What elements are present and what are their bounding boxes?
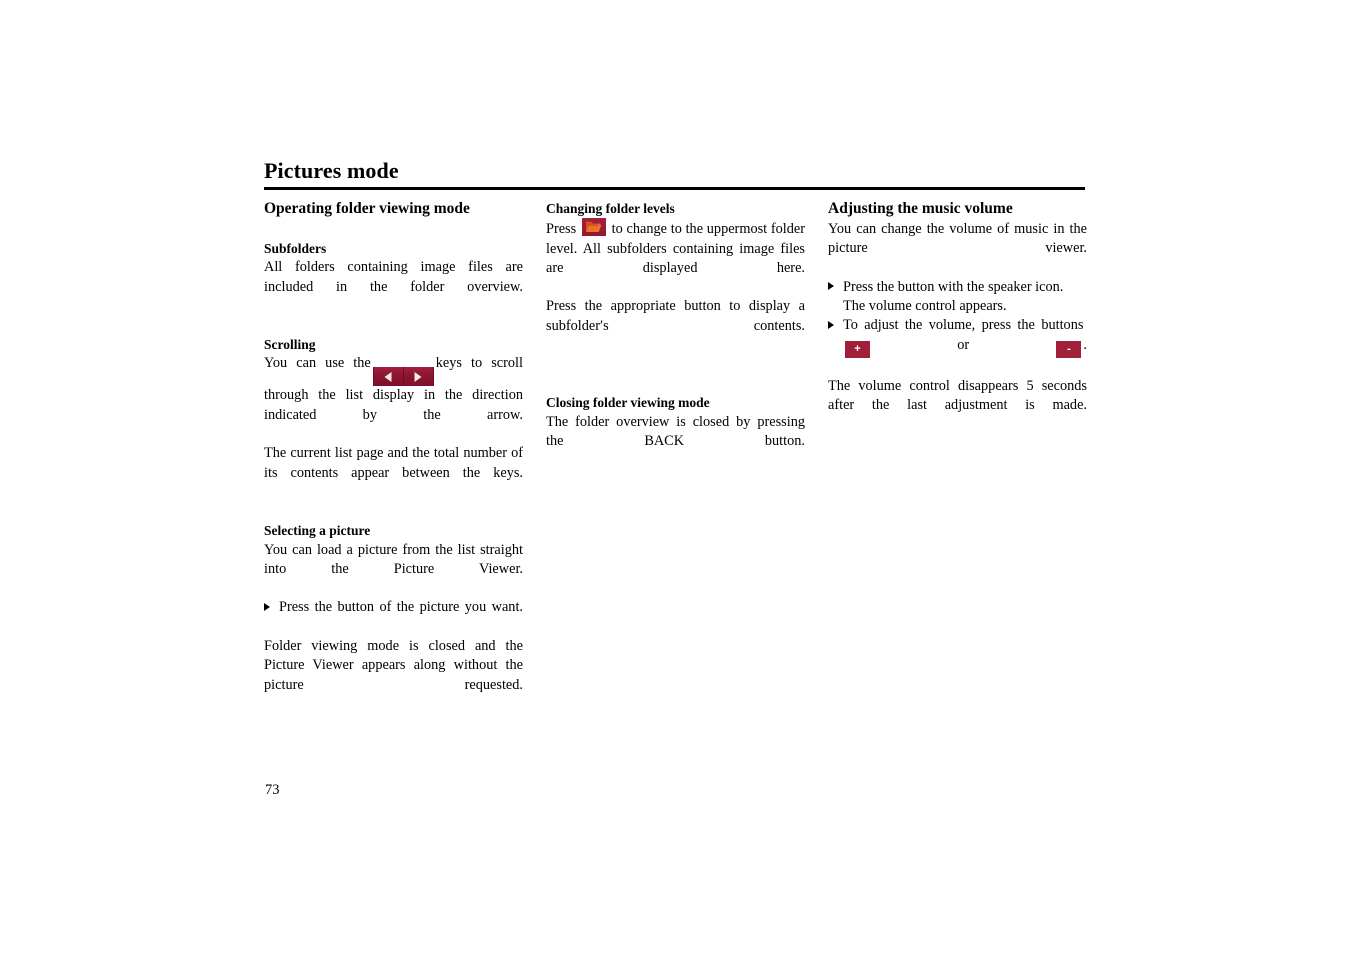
- paragraph-changing-folder-levels: Press to change to the uppermost folder …: [546, 218, 805, 297]
- volume-plus-key-icon[interactable]: +: [845, 340, 870, 358]
- paragraph-scrolling-2: The current list page and the total numb…: [264, 445, 523, 481]
- title-divider: [264, 187, 1085, 190]
- bullet-text-or: or: [957, 336, 970, 353]
- paragraph-selecting-picture-2: Folder viewing mode is closed and the Pi…: [264, 638, 523, 693]
- subheading-selecting-a-picture: Selecting a picture: [264, 523, 371, 539]
- paragraph-closing-folder-viewing-mode: The folder overview is closed by pressin…: [546, 413, 805, 449]
- bullet-triangle-icon: [264, 602, 270, 611]
- page-title: Pictures mode: [264, 158, 399, 183]
- page-number: 73: [265, 782, 280, 798]
- content-columns: Operating folder viewing mode Subfolders…: [264, 199, 1087, 714]
- paragraph-scrolling: You can use the keys to scroll through th…: [264, 354, 523, 444]
- bullet-press-button-of-picture: Press the button of the picture you want…: [264, 598, 523, 637]
- column-3: Adjusting the music volume You can chang…: [828, 199, 1087, 714]
- arrow-right-key-icon[interactable]: [402, 367, 434, 387]
- subheading-closing-folder-viewing-mode: Closing folder viewing mode: [546, 395, 710, 411]
- document-page: Pictures mode Operating folder viewing m…: [0, 0, 1351, 954]
- bullet-press-speaker-button: Press the button with the speaker icon. …: [828, 278, 1087, 317]
- paragraph-volume-1: You can change the volume of music in th…: [828, 221, 1087, 257]
- section-heading-operating-folder-viewing-mode: Operating folder viewing mode: [264, 200, 470, 217]
- paragraph-selecting-picture-1: You can load a picture from the list str…: [264, 541, 523, 577]
- bullet-text-after-keys: .: [1083, 336, 1087, 353]
- column-2: Changing folder levels Press to change t…: [546, 199, 805, 714]
- subheading-scrolling: Scrolling: [264, 337, 316, 353]
- subheading-changing-folder-levels: Changing folder levels: [546, 201, 675, 216]
- folder-icon-glyph: [585, 221, 602, 233]
- bullet-text-before-keys: To adjust the volume, press the buttons: [843, 317, 1084, 334]
- bullet-adjust-volume: To adjust the volume, press the buttons …: [828, 316, 1087, 377]
- changing-levels-text-before-icon: Press: [546, 221, 577, 238]
- arrow-left-key-icon[interactable]: [372, 367, 403, 387]
- section-heading-adjusting-the-music-volume: Adjusting the music volume: [828, 200, 1013, 217]
- folder-up-key-icon[interactable]: [581, 218, 606, 237]
- bullet-triangle-icon: [828, 320, 834, 329]
- paragraph-changing-folder-levels-2: Press the appropriate button to display …: [546, 298, 805, 334]
- bullet-text: Press the button with the speaker icon. …: [843, 278, 1064, 315]
- page-header: Pictures mode: [264, 158, 1085, 190]
- bullet-triangle-icon: [828, 282, 834, 291]
- subheading-subfolders: Subfolders: [264, 241, 327, 256]
- paragraph-subfolders: All folders containing image files are i…: [264, 259, 523, 295]
- bullet-text: Press the button of the picture you want…: [279, 599, 523, 616]
- arrow-key-pair[interactable]: [372, 367, 434, 387]
- paragraph-volume-2: The volume control disappears 5 seconds …: [828, 378, 1087, 414]
- scrolling-text-before-keys: You can use the: [264, 355, 371, 372]
- column-1: Operating folder viewing mode Subfolders…: [264, 199, 523, 714]
- volume-minus-key-icon[interactable]: -: [1056, 340, 1082, 358]
